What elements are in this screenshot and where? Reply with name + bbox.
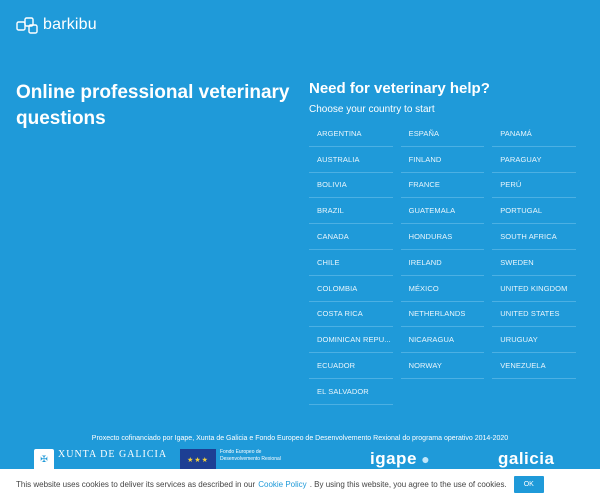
xunta-emblem-icon: ✠ — [34, 449, 54, 471]
galicia-logo: galicia — [498, 449, 554, 469]
eu-logo: ★★★ Fondo Europeo de Desenvolvemento Rex… — [180, 449, 340, 471]
country-link[interactable]: NORWAY — [400, 353, 485, 379]
xunta-label: XUNTA DE GALICIA — [58, 449, 168, 460]
country-link[interactable]: PORTUGAL — [492, 198, 576, 225]
eu-label: Fondo Europeo de Desenvolvemento Rexiona… — [220, 449, 340, 471]
country-link[interactable]: DOMINICAN REPU... — [309, 327, 393, 354]
brand-logo[interactable]: barkibu — [16, 16, 97, 34]
dog-bone-logo-icon — [16, 16, 38, 34]
country-link[interactable]: IRELAND — [400, 250, 485, 276]
country-link[interactable]: CANADA — [309, 224, 393, 250]
country-link[interactable]: CHILE — [309, 250, 393, 276]
igape-dots-icon: ● — [416, 451, 431, 467]
country-link[interactable]: SWEDEN — [492, 250, 576, 276]
galicia-label: galicia — [498, 449, 555, 468]
eu-label-line2: Desenvolvemento Rexional — [220, 456, 281, 462]
cofinance-notice: Proxecto cofinanciado por Igape, Xunta d… — [91, 435, 509, 442]
country-link[interactable]: BOLIVIA — [309, 173, 393, 199]
cookie-bar: This website uses cookies to deliver its… — [0, 469, 600, 499]
cookie-ok-button[interactable]: OK — [513, 475, 544, 493]
eu-flag-icon: ★★★ — [180, 449, 216, 471]
xunta-logo: ✠ XUNTA DE GALICIA — [34, 449, 167, 471]
country-link[interactable]: FINLAND — [400, 147, 485, 173]
igape-logo: igape ● — [370, 449, 430, 469]
country-link[interactable]: BRAZIL — [309, 198, 393, 225]
hero-title: Online professional veterinary questions — [16, 82, 290, 129]
country-link[interactable]: URUGUAY — [492, 327, 576, 354]
country-link[interactable]: COSTA RICA — [309, 302, 393, 328]
brand-name: barkibu — [43, 16, 97, 33]
cookie-text-after: . By using this website, you agree to th… — [309, 479, 507, 489]
help-subtitle: Choose your country to start — [309, 104, 435, 115]
eu-label-line1: Fondo Europeo de — [220, 449, 262, 455]
country-link[interactable]: UNITED STATES — [492, 302, 576, 328]
country-link[interactable]: NICARAGUA — [400, 327, 485, 354]
country-link[interactable]: COLOMBIA — [309, 276, 393, 302]
help-title: Need for veterinary help? — [309, 80, 490, 97]
country-list: ARGENTINA ESPAÑA PANAMÁ AUSTRALIA FINLAND PAR… — [309, 121, 584, 405]
country-link[interactable]: AUSTRALIA — [309, 147, 393, 173]
country-link[interactable]: PARAGUAY — [492, 147, 576, 173]
country-link[interactable]: SOUTH AFRICA — [492, 224, 576, 250]
cookie-policy-link[interactable]: Cookie Policy — [258, 480, 306, 489]
country-link[interactable]: ARGENTINA — [309, 121, 393, 147]
country-link[interactable]: GUATEMALA — [400, 198, 485, 225]
sponsor-logos: ✠ XUNTA DE GALICIA ★★★ Fondo Europeo de … — [0, 449, 600, 471]
country-link[interactable]: EL SALVADOR — [309, 379, 393, 405]
country-link[interactable]: HONDURAS — [400, 224, 485, 250]
country-link[interactable]: NETHERLANDS — [400, 302, 485, 328]
igape-label: igape — [370, 449, 417, 468]
country-link[interactable]: VENEZUELA — [492, 353, 576, 379]
cookie-text: This website uses cookies to deliver its… — [16, 479, 256, 489]
country-link[interactable]: ESPAÑA — [400, 121, 485, 147]
country-link[interactable]: ECUADOR — [309, 353, 393, 379]
country-link[interactable]: PANAMÁ — [492, 121, 576, 147]
country-link[interactable]: MÉXICO — [400, 276, 485, 302]
country-link[interactable]: PERÚ — [492, 173, 576, 199]
country-link[interactable]: UNITED KINGDOM — [492, 276, 576, 302]
country-link[interactable]: FRANCE — [400, 173, 485, 199]
